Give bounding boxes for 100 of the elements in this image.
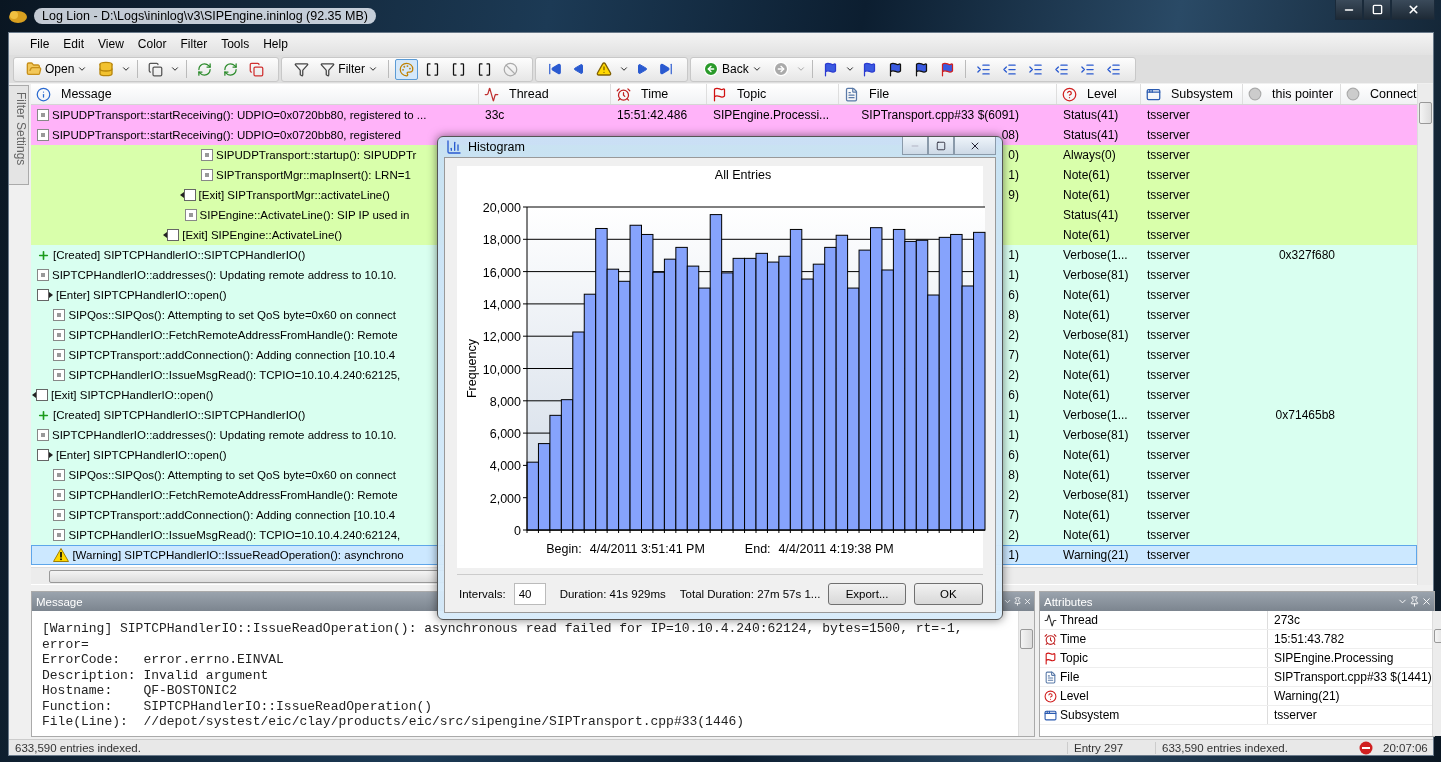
file-cell: 6) [1008, 388, 1019, 402]
subsystem-cell: tsserver [1147, 388, 1190, 402]
axis-label: 6,000 [489, 427, 521, 442]
file-cell: 6) [1008, 448, 1019, 462]
attribute-value: tsserver [1273, 708, 1317, 722]
subsystem-cell: tsserver [1147, 188, 1190, 202]
level-cell: Verbose(1... [1063, 248, 1128, 262]
level-cell: Verbose(81) [1063, 328, 1129, 342]
subsystem-cell: tsserver [1147, 168, 1190, 182]
level-cell: Note(61) [1063, 528, 1110, 542]
subsystem-cell: tsserver [1147, 148, 1190, 162]
topic-cell: SIPEngine.Processi... [713, 108, 830, 122]
file-cell: 1) [1008, 248, 1019, 262]
message-line: File(Line): //depot/systest/eic/clay/products/eic/src/sipengine/SIPTransport.cpp#33(1446) [42, 714, 745, 729]
message-text: SIPTransportMgr::mapInsert(): LRN=1 [216, 169, 411, 181]
file-cell: 1) [1008, 408, 1019, 422]
time-cell: 15:51:42.486 [617, 108, 688, 122]
panel-title: Message [36, 595, 83, 608]
subsystem-cell: tsserver [1147, 428, 1190, 442]
subsystem-cell: tsserver [1147, 248, 1190, 262]
level-cell: Verbose(81) [1063, 488, 1129, 502]
file-cell: 1) [1008, 428, 1019, 442]
status-time: 20:07:06 [1382, 741, 1429, 754]
message-text: SIPTCPTransport::addConnection(): Adding connection [10.10.4 [68, 349, 396, 361]
message-text: [Exit] SIPTCPHandlerIO::open() [51, 389, 214, 401]
level-cell: Status(41) [1063, 108, 1119, 122]
subsystem-cell: tsserver [1147, 448, 1190, 462]
level-cell: Status(41) [1063, 208, 1119, 222]
file-cell: 6) [1008, 288, 1019, 302]
subsystem-cell: tsserver [1147, 548, 1190, 562]
attribute-value: 15:51:43.782 [1273, 632, 1345, 646]
file-cell: 2) [1008, 368, 1019, 382]
axis-label: 0 [514, 524, 521, 538]
level-cell: Always(0) [1063, 148, 1116, 162]
attribute-name: Time [1060, 632, 1087, 646]
level-cell: Note(61) [1063, 448, 1110, 462]
level-cell: Note(61) [1063, 228, 1110, 242]
axis-label: 14,000 [482, 297, 521, 312]
message-text: SIPTCPTransport::addConnection(): Adding connection [10.10.4 [68, 509, 396, 521]
subsystem-cell: tsserver [1147, 308, 1190, 322]
message-text: [Enter] SIPTCPHandlerIO::open() [56, 289, 227, 301]
subsystem-cell: tsserver [1147, 528, 1190, 542]
attribute-value: SIPTransport.cpp#33 $(1441) [1273, 670, 1432, 684]
message-text: SIPTCPHandlerIO::FetchRemoteAddressFromHandle(): Remote [68, 489, 398, 501]
file-cell: 7) [1008, 348, 1019, 362]
status-entry: Entry 297 [1067, 741, 1155, 754]
chart-title: All Entries [714, 168, 772, 182]
file-cell: 8) [1008, 308, 1019, 322]
status-text: 633,590 entries indexed. [14, 741, 142, 754]
message-text: SIPQos::SIPQos(): Attempting to set QoS byte=0x60 on connect [68, 309, 396, 321]
file-cell: 08) [1001, 128, 1019, 142]
subsystem-cell: tsserver [1147, 128, 1190, 142]
message-line: Function: SIPTCPHandlerIO::IssueReadOperation() [42, 698, 433, 714]
status-indexed: 633,590 entries indexed. [1155, 741, 1355, 754]
intervals-label: Intervals: [459, 587, 506, 600]
message-text: [Exit] SIPTransportMgr::activateLine() [198, 189, 390, 201]
duration-text: Duration: 41s 929ms [559, 587, 666, 600]
end-value: 4/4/2011 4:19:38 PM [778, 542, 894, 556]
axis-label: 4,000 [489, 459, 521, 474]
level-cell: Note(61) [1063, 308, 1110, 322]
axis-label: 18,000 [482, 233, 521, 248]
axis-label: 2,000 [489, 491, 521, 506]
thread-cell: 33c [485, 108, 505, 122]
file-cell: SIPTransport.cpp#33 $(6091) [861, 108, 1019, 122]
message-text: [Warning] SIPTCPHandlerIO::IssueReadOperation(): asynchrono [72, 549, 404, 561]
subsystem-cell: tsserver [1147, 368, 1190, 382]
attribute-name: Subsystem [1060, 708, 1120, 722]
level-cell: Note(61) [1063, 168, 1110, 182]
message-text: SIPEngine::ActivateLine(): SIP IP used in [199, 209, 410, 221]
axis-label: 16,000 [482, 265, 521, 280]
axis-label: 10,000 [482, 362, 521, 377]
attribute-name: Thread [1060, 613, 1099, 627]
level-cell: Note(61) [1063, 348, 1110, 362]
message-text: [Exit] SIPEngine::ActivateLine() [182, 229, 342, 241]
message-text: SIPTCPHandlerIO::IssueMsgRead(): TCPIO=10.10.4.240:62125, [68, 369, 401, 381]
message-text: [Enter] SIPTCPHandlerIO::open() [56, 449, 227, 461]
level-cell: Note(61) [1063, 508, 1110, 522]
attribute-name: File [1060, 670, 1080, 684]
subsystem-cell: tsserver [1147, 268, 1190, 282]
level-cell: Verbose(81) [1063, 268, 1129, 282]
subsystem-cell: tsserver [1147, 108, 1190, 122]
message-text: SIPTCPHandlerIO::addresses(): Updating remote address to 10.10. [52, 269, 397, 281]
attribute-value: 273c [1273, 613, 1301, 627]
axis-label: 8,000 [489, 394, 521, 409]
message-text: SIPTCPHandlerIO::FetchRemoteAddressFromHandle(): Remote [68, 329, 398, 341]
level-cell: Note(61) [1063, 468, 1110, 482]
axis-label: 12,000 [482, 330, 521, 345]
file-cell: 2) [1008, 528, 1019, 542]
level-cell: Verbose(1... [1063, 408, 1128, 422]
file-cell: 7) [1008, 508, 1019, 522]
begin-label: Begin: [546, 542, 582, 556]
message-line: Hostname: QF-BOSTONIC2 [42, 683, 238, 698]
level-cell: Note(61) [1063, 368, 1110, 382]
subsystem-cell: tsserver [1147, 228, 1190, 242]
level-cell: Warning(21) [1063, 548, 1129, 562]
subsystem-cell: tsserver [1147, 468, 1190, 482]
file-cell: 1) [1008, 268, 1019, 282]
subsystem-cell: tsserver [1147, 288, 1190, 302]
window-title: Log Lion - D:\Logs\ininlog\v3\SIPEngine.ininlog (92.35 MB) [34, 8, 376, 24]
panel-title: Attributes [1044, 595, 1093, 608]
